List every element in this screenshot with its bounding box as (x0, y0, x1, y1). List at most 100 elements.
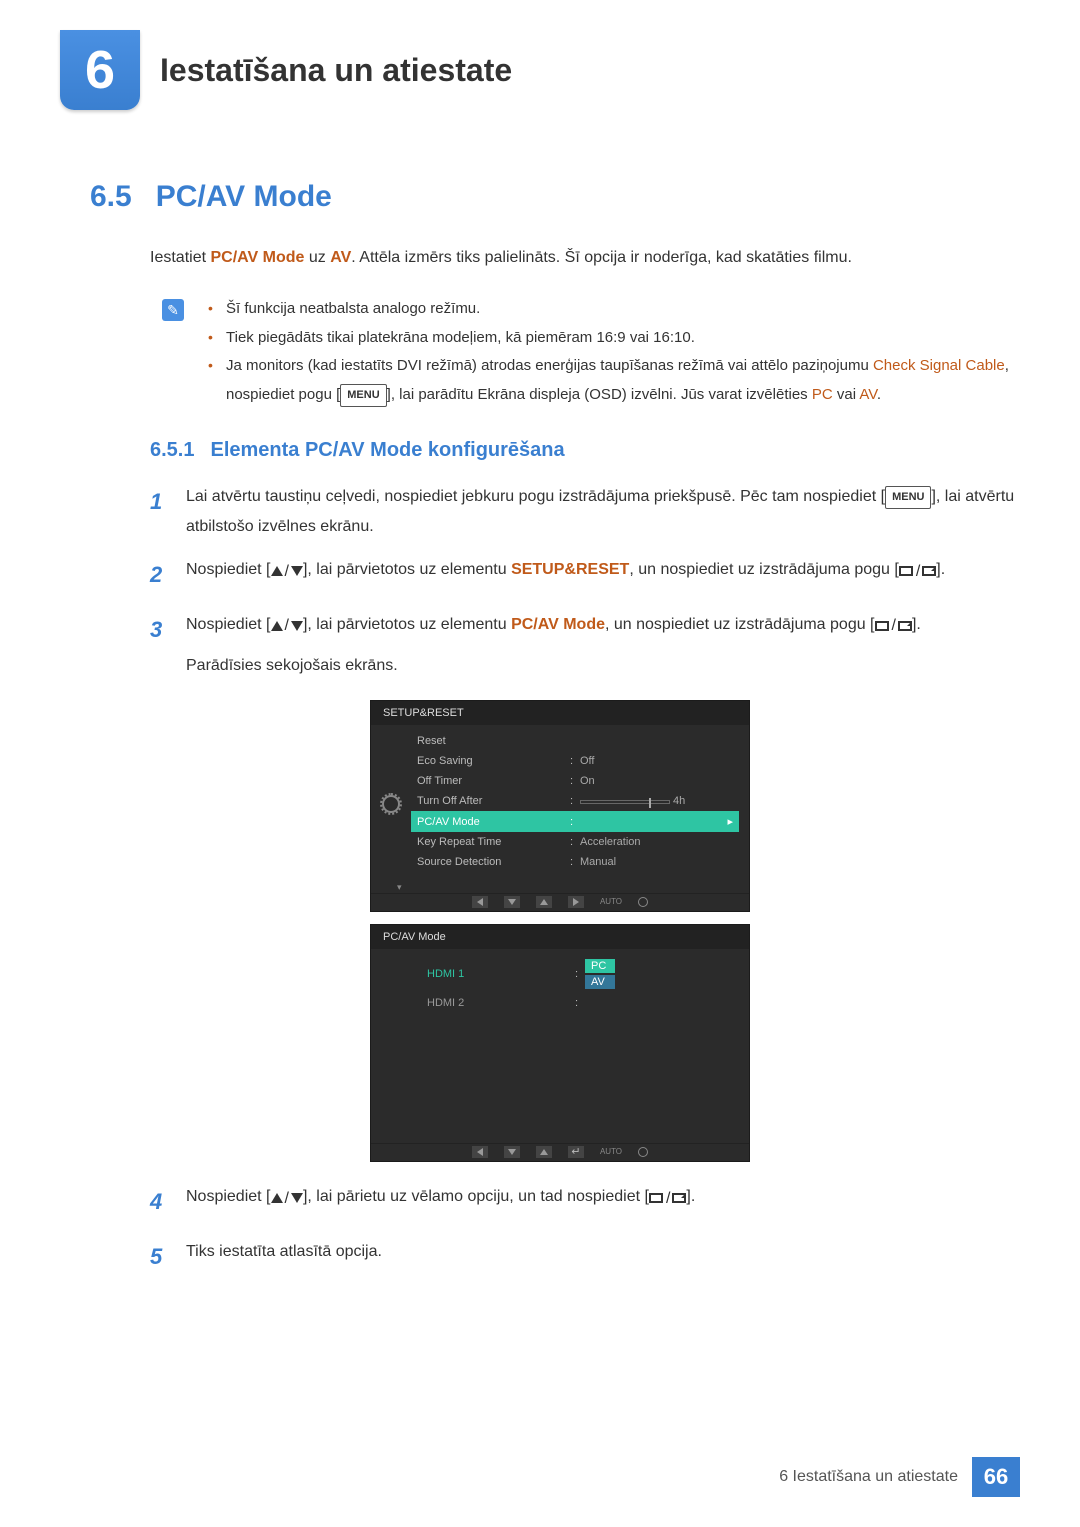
step-body: Nospiediet [ / ], lai pārvietotos uz ele… (186, 610, 921, 680)
text: Lai atvērtu taustiņu ceļvedi, nospiediet… (186, 488, 885, 505)
text: ], lai pārvietotos uz elementu (303, 561, 511, 578)
chapter-title: Iestatīšana un atiestate (160, 52, 512, 89)
osd-row-value: 4h (580, 795, 733, 807)
subsection-number: 6.5.1 (150, 439, 194, 462)
up-down-arrows-icon: / (271, 557, 303, 587)
up-down-arrows-icon: / (271, 1184, 303, 1214)
step-number: 5 (150, 1237, 168, 1278)
gear-icon (382, 795, 400, 813)
highlight: SETUP&RESET (511, 561, 629, 578)
osd-row: PC/AV Mode:▸ (411, 811, 739, 832)
enter-buttons-icon: / (649, 1184, 686, 1214)
osd-setup-reset: SETUP&RESET ResetEco Saving:OffOff Timer… (370, 700, 750, 912)
text: Tiks iestatīta atlasītā opcija. (186, 1243, 382, 1260)
section-heading: 6.5 PC/AV Mode (90, 180, 1020, 214)
osd-row-value: Off (580, 755, 733, 767)
osd-left-icon (472, 1146, 488, 1158)
step-body: Lai atvērtu taustiņu ceļvedi, nospiediet… (186, 482, 1020, 541)
osd-row-label: Reset (417, 735, 570, 747)
section-number: 6.5 (90, 180, 132, 214)
text: Iestatiet (150, 249, 210, 266)
text: , un nospiediet uz izstrādājuma pogu [ (605, 616, 875, 633)
osd-row-label: HDMI 1 (427, 968, 575, 980)
osd-side-icon (371, 725, 411, 882)
osd-row: Key Repeat Time:Acceleration (411, 832, 739, 852)
step-number: 3 (150, 610, 168, 680)
osd-colon: : (575, 968, 585, 980)
osd-colon: : (570, 795, 580, 807)
page-header: 6 Iestatīšana un atiestate (60, 30, 1020, 110)
osd-title: SETUP&RESET (371, 701, 749, 725)
text: ]. (936, 561, 945, 578)
osd-colon: : (570, 816, 580, 828)
subsection-title: Elementa PC/AV Mode konfigurēšana (210, 439, 564, 462)
text: Ja monitors (kad iestatīts DVI režīmā) a… (226, 357, 873, 374)
menu-key-icon: MENU (340, 384, 386, 407)
osd-title: PC/AV Mode (371, 925, 749, 949)
osd-button-bar: AUTO (371, 893, 749, 911)
osd-up-icon (536, 896, 552, 908)
text: Nospiediet [ (186, 561, 271, 578)
osd-row: Eco Saving:Off (411, 751, 739, 771)
osd-power-icon (638, 897, 648, 907)
step-number: 4 (150, 1182, 168, 1223)
osd-down-icon (504, 1146, 520, 1158)
osd-row-label: PC/AV Mode (417, 816, 570, 828)
osd-row: Off Timer:On (411, 771, 739, 791)
osd-row-label: Eco Saving (417, 755, 570, 767)
osd-row-value: PCAV (585, 959, 733, 989)
text: ], lai parādītu Ekrāna displeja (OSD) iz… (387, 386, 812, 403)
osd-row: HDMI 1:PCAV (421, 955, 739, 993)
osd-row: Reset (411, 731, 739, 751)
step: 4 Nospiediet [ / ], lai pārietu uz vēlam… (150, 1182, 1020, 1223)
osd-row-value: Manual (580, 856, 733, 868)
osd-auto-label: AUTO (600, 1147, 622, 1156)
highlight: PC (812, 386, 833, 403)
enter-buttons-icon: / (875, 611, 912, 641)
osd-row-value: ▸ (580, 815, 733, 828)
step: 1 Lai atvērtu taustiņu ceļvedi, nospiedi… (150, 482, 1020, 541)
text: ]. (686, 1188, 695, 1205)
osd-colon: : (570, 755, 580, 767)
osd-colon: : (570, 836, 580, 848)
text: Nospiediet [ (186, 1188, 271, 1205)
osd-row-label: Off Timer (417, 775, 570, 787)
text: Parādīsies sekojošais ekrāns. (186, 651, 921, 681)
chapter-number-badge: 6 (60, 30, 140, 110)
highlight: AV (859, 386, 877, 403)
osd-auto-label: AUTO (600, 897, 622, 906)
enter-buttons-icon: / (899, 557, 936, 587)
osd-colon: : (575, 997, 585, 1009)
text: , un nospiediet uz izstrādājuma pogu [ (629, 561, 899, 578)
text: uz (304, 249, 330, 266)
osd-power-icon (638, 1147, 648, 1157)
osd-scroll-hint: ▾ (371, 882, 749, 893)
note-item: Ja monitors (kad iestatīts DVI režīmā) a… (208, 352, 1020, 409)
step: 2 Nospiediet [ / ], lai pārvietotos uz e… (150, 555, 1020, 596)
osd-row-value: On (580, 775, 733, 787)
osd-row: HDMI 2: (421, 993, 739, 1013)
section-intro: Iestatiet PC/AV Mode uz AV. Attēla izmēr… (150, 244, 1020, 271)
up-down-arrows-icon: / (271, 611, 303, 641)
step-body: Nospiediet [ / ], lai pārvietotos uz ele… (186, 555, 945, 596)
note-list: Šī funkcija neatbalsta analogo režīmu. T… (208, 295, 1020, 409)
text: ], lai pārvietotos uz elementu (303, 616, 511, 633)
step: 5 Tiks iestatīta atlasītā opcija. (150, 1237, 1020, 1278)
page-number: 66 (972, 1457, 1020, 1497)
note-item: Tiek piegādāts tikai platekrāna modeļiem… (208, 324, 1020, 353)
osd-enter-icon: ↵ (568, 1146, 584, 1158)
step-number: 2 (150, 555, 168, 596)
text: Nospiediet [ (186, 616, 271, 633)
note-block: ✎ Šī funkcija neatbalsta analogo režīmu.… (162, 295, 1020, 409)
osd-colon: : (570, 775, 580, 787)
osd-row-value: Acceleration (580, 836, 733, 848)
osd-row-label: Source Detection (417, 856, 570, 868)
footer-chapter-label: 6 Iestatīšana un atiestate (779, 1468, 958, 1486)
menu-key-icon: MENU (885, 486, 931, 508)
highlight: AV (330, 249, 351, 266)
text: ], lai pārietu uz vēlamo opciju, un tad … (303, 1188, 649, 1205)
osd-right-icon (568, 896, 584, 908)
section-title: PC/AV Mode (156, 180, 332, 214)
osd-button-bar: ↵ AUTO (371, 1143, 749, 1161)
step: 3 Nospiediet [ / ], lai pārvietotos uz e… (150, 610, 1020, 680)
